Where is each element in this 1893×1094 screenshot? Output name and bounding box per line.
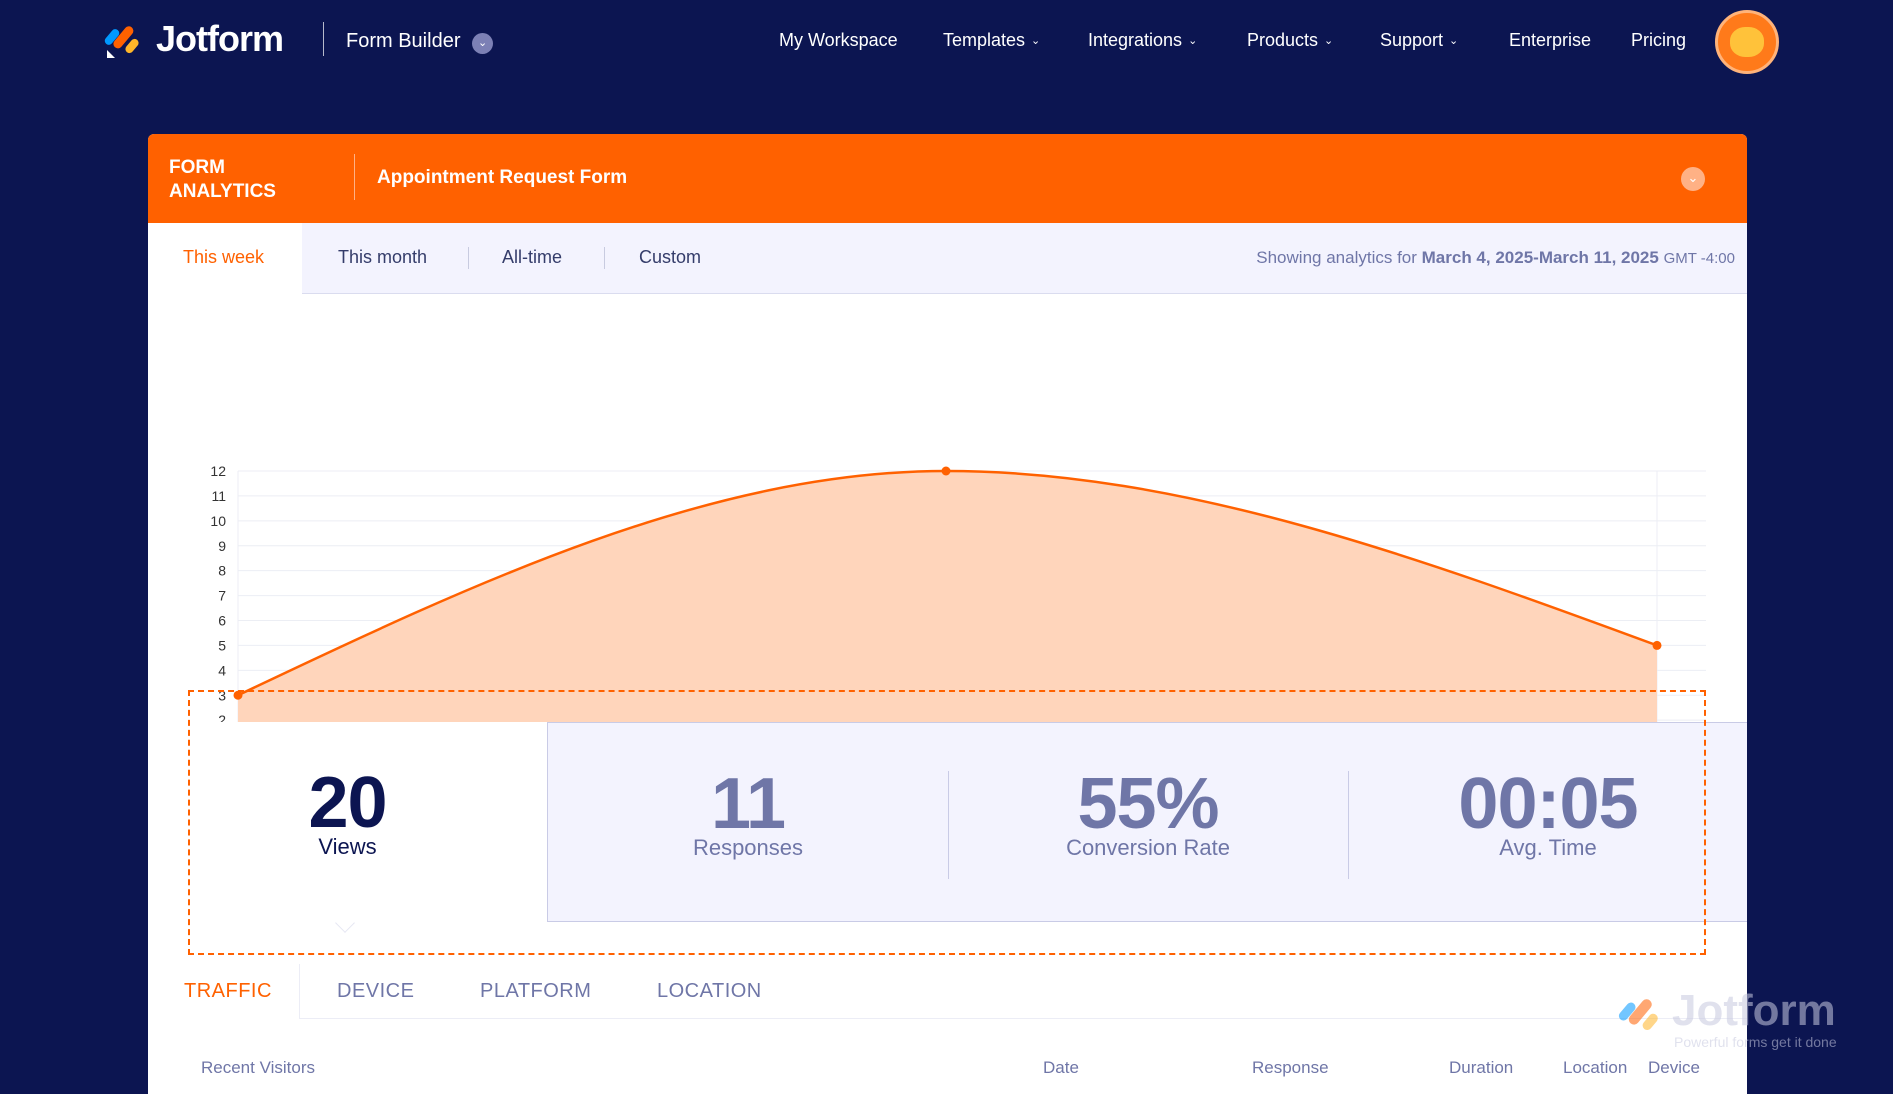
nav-label: Pricing (1631, 30, 1687, 50)
y-tick-label: 6 (218, 613, 226, 629)
form-analytics-card: FORM ANALYTICS Appointment Request Form … (148, 134, 1747, 1094)
tab-platform[interactable]: PLATFORM (480, 980, 591, 1003)
tab-label: This week (183, 247, 265, 267)
tab-separator (604, 247, 605, 269)
nav-support[interactable]: Support ⌄ (1380, 30, 1458, 51)
y-tick-label: 12 (210, 463, 226, 479)
section-title-line2: ANALYTICS (169, 181, 276, 202)
data-point (1652, 640, 1662, 650)
form-dropdown-chevron-icon[interactable]: ⌄ (1681, 167, 1705, 191)
date-range-info: Showing analytics for March 4, 2025-Marc… (1256, 248, 1735, 268)
nav-label: Products (1247, 30, 1319, 50)
column-response[interactable]: Response (1252, 1058, 1329, 1078)
showing-prefix: Showing analytics for (1256, 248, 1417, 267)
watermark-tagline: Powerful forms get it done (1674, 1034, 1837, 1050)
y-tick-label: 9 (218, 538, 226, 554)
y-tick-label: 11 (211, 488, 226, 504)
avatar-face-icon (1730, 27, 1764, 57)
watermark-logo-icon (1618, 999, 1658, 1031)
period-tabs: This week This month All-time Custom Sho… (148, 223, 1747, 295)
tab-traffic[interactable]: TRAFFIC (148, 964, 300, 1019)
brand-name[interactable]: Jotform (156, 18, 284, 60)
nav-label: My Workspace (779, 30, 898, 50)
section-title-line1: FORM (169, 157, 225, 178)
tab-label: TRAFFIC (184, 980, 272, 1002)
nav-integrations[interactable]: Integrations ⌄ (1088, 30, 1197, 51)
chevron-down-icon: ⌄ (472, 33, 494, 54)
nav-label: Templates (943, 30, 1026, 50)
nav-templates[interactable]: Templates ⌄ (943, 30, 1040, 51)
column-duration[interactable]: Duration (1449, 1058, 1513, 1078)
stats-highlight-box (188, 690, 1706, 955)
y-tick-label: 5 (218, 637, 226, 653)
watermark-brand: Jotform (1672, 986, 1836, 1035)
tab-separator (468, 247, 469, 269)
section-title: FORM ANALYTICS (169, 156, 276, 204)
date-range: March 4, 2025-March 11, 2025 (1421, 248, 1659, 267)
column-location[interactable]: Location (1563, 1058, 1627, 1078)
nav-products[interactable]: Products ⌄ (1247, 30, 1333, 51)
column-date[interactable]: Date (1043, 1058, 1079, 1078)
analytics-header: FORM ANALYTICS Appointment Request Form … (148, 134, 1747, 223)
chevron-down-icon: ⌄ (1188, 35, 1198, 47)
tab-custom[interactable]: Custom (639, 247, 701, 268)
y-tick-label: 4 (218, 662, 226, 678)
y-tick-label: 7 (218, 588, 226, 604)
y-tick-label: 8 (218, 563, 226, 579)
user-avatar[interactable] (1715, 10, 1779, 74)
nav-enterprise[interactable]: Enterprise (1509, 30, 1591, 51)
header-divider (323, 22, 324, 56)
jotform-logo[interactable] (104, 20, 144, 60)
tab-device[interactable]: DEVICE (337, 980, 414, 1003)
chevron-down-icon: ⌄ (1449, 35, 1459, 47)
tab-this-month[interactable]: This month (338, 247, 427, 268)
chevron-down-icon: ⌄ (1031, 35, 1041, 47)
tab-location[interactable]: LOCATION (657, 980, 762, 1003)
nav-my-workspace[interactable]: My Workspace (779, 30, 898, 51)
header-divider (354, 154, 355, 200)
chevron-down-icon: ⌄ (1324, 35, 1334, 47)
data-point (941, 466, 951, 476)
recent-visitors-title: Recent Visitors (201, 1058, 316, 1077)
nav-pricing[interactable]: Pricing (1631, 30, 1686, 51)
product-name: Form Builder (346, 30, 461, 52)
form-selector[interactable]: Appointment Request Form (377, 167, 627, 189)
product-switcher[interactable]: Form Builder ⌄ (346, 30, 494, 54)
y-tick-label: 10 (210, 513, 226, 529)
nav-label: Integrations (1088, 30, 1183, 50)
tab-this-week[interactable]: This week (148, 223, 302, 295)
nav-label: Support (1380, 30, 1444, 50)
bottom-tabs-line (148, 1018, 1747, 1019)
column-device[interactable]: Device (1648, 1058, 1700, 1078)
timezone: GMT -4:00 (1663, 250, 1735, 267)
nav-label: Enterprise (1509, 30, 1592, 50)
jotform-logo-icon (104, 26, 139, 58)
tab-all-time[interactable]: All-time (502, 247, 562, 268)
